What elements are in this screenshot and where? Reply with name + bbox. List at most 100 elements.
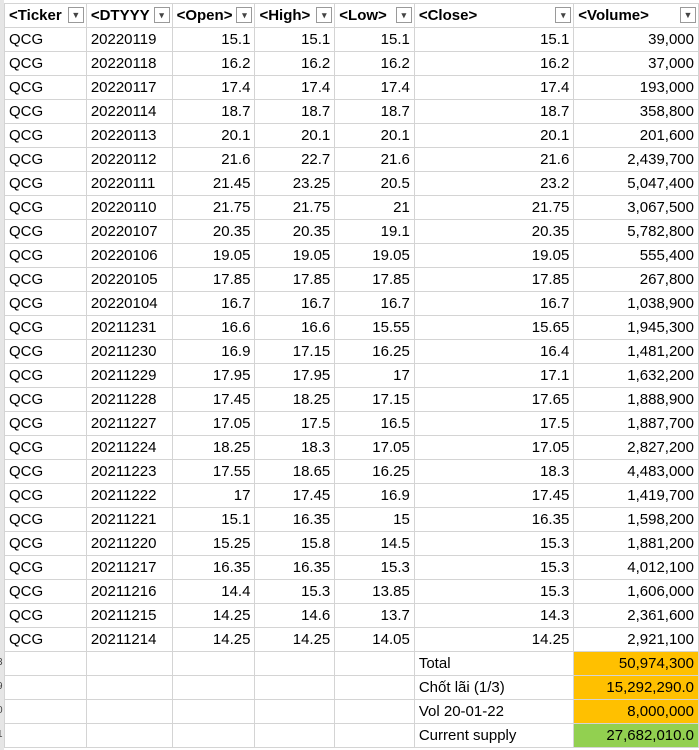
cell[interactable]: 16.35 bbox=[254, 507, 336, 532]
cell[interactable]: QCG bbox=[4, 243, 87, 268]
cell[interactable]: 20211231 bbox=[85, 315, 173, 340]
cell[interactable]: QCG bbox=[4, 219, 87, 244]
dropdown-arrow-icon[interactable]: ▾ bbox=[555, 7, 572, 23]
cell[interactable]: 20220112 bbox=[85, 147, 173, 172]
empty-cell[interactable] bbox=[4, 675, 87, 700]
cell[interactable]: 14.25 bbox=[413, 627, 575, 652]
empty-cell[interactable] bbox=[254, 675, 336, 700]
cell[interactable]: 21.6 bbox=[171, 147, 256, 172]
cell[interactable]: 15.1 bbox=[171, 507, 256, 532]
cell[interactable]: 18.7 bbox=[334, 99, 415, 124]
cell[interactable]: 20211221 bbox=[85, 507, 173, 532]
empty-cell[interactable] bbox=[254, 651, 336, 676]
cell[interactable]: 3,067,500 bbox=[573, 195, 699, 220]
cell[interactable]: 20.1 bbox=[254, 123, 336, 148]
cell[interactable]: 15.25 bbox=[171, 531, 256, 556]
cell[interactable]: 2,439,700 bbox=[573, 147, 699, 172]
cell[interactable]: 15.1 bbox=[413, 27, 575, 52]
cell[interactable]: 20220107 bbox=[85, 219, 173, 244]
cell[interactable]: 20211223 bbox=[85, 459, 173, 484]
cell[interactable]: 17.55 bbox=[171, 459, 256, 484]
cell[interactable]: 14.5 bbox=[334, 531, 415, 556]
cell[interactable]: QCG bbox=[4, 27, 87, 52]
cell[interactable]: 20220117 bbox=[85, 75, 173, 100]
cell[interactable]: 16.9 bbox=[171, 339, 256, 364]
cell[interactable]: 5,782,800 bbox=[573, 219, 699, 244]
cell[interactable]: 1,598,200 bbox=[573, 507, 699, 532]
cell[interactable]: 17.4 bbox=[171, 75, 256, 100]
cell[interactable]: 20220114 bbox=[85, 99, 173, 124]
cell[interactable]: 18.25 bbox=[254, 387, 336, 412]
cell[interactable]: 1,632,200 bbox=[573, 363, 699, 388]
summary-value[interactable]: 8,000,000 bbox=[573, 699, 699, 724]
cell[interactable]: 17.4 bbox=[413, 75, 575, 100]
cell[interactable]: 15.3 bbox=[413, 579, 575, 604]
cell[interactable]: QCG bbox=[4, 315, 87, 340]
cell[interactable]: QCG bbox=[4, 51, 87, 76]
cell[interactable]: 18.7 bbox=[413, 99, 575, 124]
cell[interactable]: 16.35 bbox=[171, 555, 256, 580]
cell[interactable]: 15.3 bbox=[334, 555, 415, 580]
cell[interactable]: 20220119 bbox=[85, 27, 173, 52]
cell[interactable]: QCG bbox=[4, 483, 87, 508]
cell[interactable]: 16.4 bbox=[413, 339, 575, 364]
cell[interactable]: 19.05 bbox=[334, 243, 415, 268]
cell[interactable]: 17.45 bbox=[171, 387, 256, 412]
cell[interactable]: 20.1 bbox=[413, 123, 575, 148]
empty-cell[interactable] bbox=[4, 651, 87, 676]
cell[interactable]: 37,000 bbox=[573, 51, 699, 76]
column-header[interactable]: <Volume> ▼ bbox=[573, 3, 699, 28]
cell[interactable]: 20211222 bbox=[85, 483, 173, 508]
cell[interactable]: 2,827,200 bbox=[573, 435, 699, 460]
cell[interactable]: 18.7 bbox=[254, 99, 336, 124]
empty-cell[interactable] bbox=[85, 723, 173, 748]
summary-value[interactable]: 50,974,300 bbox=[573, 651, 699, 676]
cell[interactable]: QCG bbox=[4, 555, 87, 580]
cell[interactable]: QCG bbox=[4, 171, 87, 196]
cell[interactable]: 19.05 bbox=[413, 243, 575, 268]
cell[interactable]: 15.55 bbox=[334, 315, 415, 340]
cell[interactable]: QCG bbox=[4, 531, 87, 556]
cell[interactable]: 14.4 bbox=[171, 579, 256, 604]
dropdown-arrow-icon[interactable]: ▾ bbox=[153, 7, 170, 23]
cell[interactable]: 19.1 bbox=[334, 219, 415, 244]
empty-cell[interactable] bbox=[254, 699, 336, 724]
cell[interactable]: 20211217 bbox=[85, 555, 173, 580]
cell[interactable]: 20211216 bbox=[85, 579, 173, 604]
cell[interactable]: 16.2 bbox=[254, 51, 336, 76]
cell[interactable]: QCG bbox=[4, 363, 87, 388]
cell[interactable]: 17.85 bbox=[254, 267, 336, 292]
cell[interactable]: 15 bbox=[334, 507, 415, 532]
cell[interactable]: 21.75 bbox=[413, 195, 575, 220]
column-header[interactable]: <DTYYY ▾ bbox=[85, 3, 173, 28]
cell[interactable]: 18.25 bbox=[171, 435, 256, 460]
cell[interactable]: 17.45 bbox=[254, 483, 336, 508]
cell[interactable]: QCG bbox=[4, 99, 87, 124]
cell[interactable]: 17.15 bbox=[334, 387, 415, 412]
cell[interactable]: 17.05 bbox=[334, 435, 415, 460]
cell[interactable]: 17.45 bbox=[413, 483, 575, 508]
empty-cell[interactable] bbox=[171, 723, 256, 748]
cell[interactable]: 17.85 bbox=[171, 267, 256, 292]
cell[interactable]: 16.35 bbox=[413, 507, 575, 532]
cell[interactable]: QCG bbox=[4, 459, 87, 484]
cell[interactable]: 2,921,100 bbox=[573, 627, 699, 652]
cell[interactable]: 20211220 bbox=[85, 531, 173, 556]
cell[interactable]: 16.7 bbox=[254, 291, 336, 316]
cell[interactable]: 20220118 bbox=[85, 51, 173, 76]
empty-cell[interactable] bbox=[334, 651, 415, 676]
cell[interactable]: 1,887,700 bbox=[573, 411, 699, 436]
cell[interactable]: 20211214 bbox=[85, 627, 173, 652]
cell[interactable]: 23.25 bbox=[254, 171, 336, 196]
cell[interactable]: 19.05 bbox=[254, 243, 336, 268]
cell[interactable]: 21.75 bbox=[171, 195, 256, 220]
cell[interactable]: 15.1 bbox=[171, 27, 256, 52]
cell[interactable]: 15.8 bbox=[254, 531, 336, 556]
cell[interactable]: 16.5 bbox=[334, 411, 415, 436]
summary-value[interactable]: 27,682,010.0 bbox=[573, 723, 699, 748]
summary-label[interactable]: Chốt lãi (1/3) bbox=[413, 675, 575, 700]
cell[interactable]: 15.1 bbox=[334, 27, 415, 52]
cell[interactable]: 16.2 bbox=[171, 51, 256, 76]
column-header[interactable]: <High> ▾ bbox=[254, 3, 336, 28]
empty-cell[interactable] bbox=[85, 699, 173, 724]
